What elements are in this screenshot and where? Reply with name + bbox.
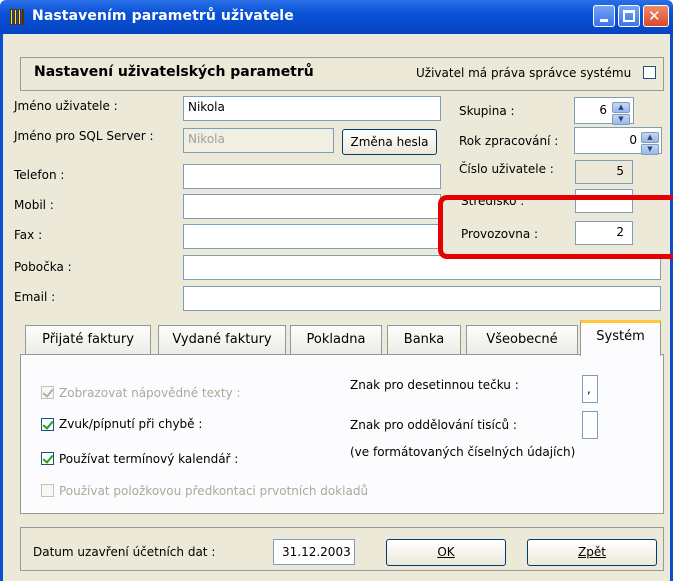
maximize-icon (623, 10, 635, 22)
minimize-button[interactable] (593, 5, 615, 27)
ok-button-label: OK (437, 545, 455, 559)
sqlname-input: Nikola (183, 128, 334, 153)
thousands-label: Znak pro oddělování tisíců : (350, 418, 517, 432)
tab-bank[interactable]: Banka (387, 325, 461, 355)
highlight-frame (438, 195, 673, 259)
sound-label: Zvuk/pípnutí při chybě : (59, 417, 203, 431)
mobile-input[interactable] (183, 194, 441, 219)
username-input[interactable]: Nikola (183, 96, 441, 121)
minimize-icon (600, 19, 608, 22)
precontation-checkbox (41, 484, 54, 497)
decimal-label: Znak pro desetinnou tečku : (350, 378, 519, 392)
app-icon (10, 9, 24, 25)
thousands-note: (ve formátovaných číselných údajích) (350, 445, 576, 459)
calendar-checkbox[interactable] (41, 452, 54, 465)
spin-up-icon[interactable]: ▲ (612, 102, 630, 113)
back-button[interactable]: Zpět (527, 539, 657, 566)
tab-general[interactable]: Všeobecné (466, 325, 578, 355)
sound-checkbox[interactable] (41, 418, 54, 431)
mobile-label: Mobil : (14, 198, 54, 212)
maximize-button[interactable] (618, 5, 640, 27)
username-label: Jméno uživatele : (14, 99, 118, 113)
spin-down-icon[interactable]: ▼ (641, 144, 659, 155)
tab-issued-invoices[interactable]: Vydané faktury (158, 325, 286, 355)
show-help-label: Zobrazovat nápovědné texty : (59, 386, 241, 400)
email-label: Email : (14, 290, 56, 304)
show-help-checkbox (41, 386, 54, 399)
year-label: Rok zpracování : (459, 134, 559, 148)
user-number-value: 5 (575, 160, 633, 184)
user-number-label: Číslo uživatele : (459, 162, 554, 176)
calendar-label: Používat termínový kalendář : (59, 452, 239, 466)
email-input[interactable] (183, 286, 661, 311)
spin-up-icon[interactable]: ▲ (641, 132, 659, 143)
decimal-input[interactable]: , (582, 375, 598, 403)
tab-system[interactable]: Systém (580, 320, 661, 356)
year-spin[interactable]: ▲ ▼ (641, 131, 659, 156)
close-date-label: Datum uzavření účetních dat : (33, 545, 216, 559)
precontation-label: Používat položkovou předkontaci prvotníc… (59, 484, 369, 498)
branch-label: Pobočka : (14, 260, 72, 274)
change-password-button[interactable]: Změna hesla (342, 129, 437, 155)
fax-input[interactable] (183, 224, 441, 249)
sqlname-label: Jméno pro SQL Server : (14, 129, 154, 143)
group-spin[interactable]: ▲ ▼ (612, 101, 630, 126)
tab-cash-desk[interactable]: Pokladna (290, 325, 382, 355)
admin-rights-label: Uživatel má práva správce systému (416, 66, 632, 80)
close-button[interactable]: ✕ (643, 5, 669, 27)
back-button-label: Zpět (578, 545, 606, 559)
group-label: Skupina : (459, 104, 515, 118)
phone-input[interactable] (183, 164, 441, 189)
admin-rights-checkbox[interactable] (643, 66, 656, 79)
tab-received-invoices[interactable]: Přijaté faktury (25, 325, 151, 355)
section-title: Nastavení uživatelských parametrů (34, 64, 314, 80)
close-date-input[interactable]: 31.12.2003 (273, 539, 355, 565)
window-title: Nastavením parametrů uživatele (32, 8, 294, 24)
close-icon: ✕ (648, 7, 661, 25)
tab-bar: Přijaté faktury Vydané faktury Pokladna … (20, 319, 664, 356)
ok-button[interactable]: OK (386, 539, 506, 566)
spin-down-icon[interactable]: ▼ (612, 114, 630, 125)
thousands-input[interactable] (582, 411, 598, 439)
fax-label: Fax : (14, 228, 43, 242)
phone-label: Telefon : (14, 168, 65, 182)
